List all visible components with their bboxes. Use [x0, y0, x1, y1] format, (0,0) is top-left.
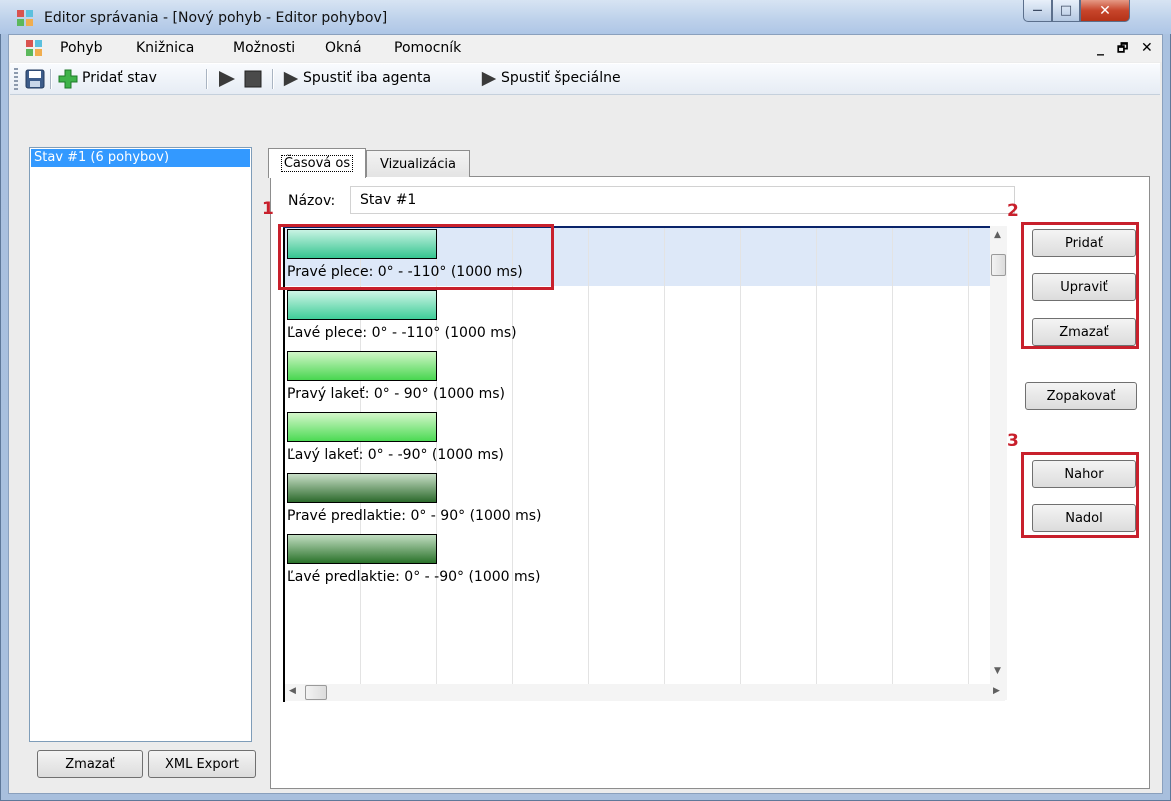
toolbar: Pridať stav Spustiť iba agenta Spustiť š…: [10, 63, 1160, 95]
close-button[interactable]: ✕: [1080, 0, 1130, 22]
menu-pohyb[interactable]: Pohyb: [60, 35, 103, 62]
movement-bar[interactable]: [287, 473, 437, 503]
toolbar-separator: [272, 69, 274, 89]
movement-label: Ľavý lakeť: 0° - -90° (1000 ms): [287, 447, 504, 463]
stop-button[interactable]: [243, 69, 263, 89]
tab-visualization[interactable]: Vizualizácia: [366, 150, 470, 177]
repeat-button[interactable]: Zopakovať: [1025, 382, 1137, 410]
annotation-number-1: 1: [262, 199, 274, 219]
stop-icon: [244, 70, 262, 88]
annotation-number-3: 3: [1007, 431, 1019, 451]
scroll-left-icon[interactable]: ◀: [289, 686, 296, 696]
timeline-grid-line: [968, 226, 969, 688]
toolbar-separator: [50, 69, 52, 89]
window-title: Editor správania - [Nový pohyb - Editor …: [44, 10, 388, 26]
play-button[interactable]: [217, 69, 237, 89]
close-icon: ✕: [1099, 2, 1111, 19]
state-list[interactable]: Stav #1 (6 pohybov): [29, 147, 252, 742]
tab-timeline[interactable]: Časová os: [268, 148, 366, 178]
vertical-scrollbar[interactable]: ▲ ▼: [990, 226, 1007, 700]
play-icon: [219, 71, 235, 87]
play-icon: [481, 71, 497, 87]
run-special-button[interactable]: Spustiť špeciálne: [480, 68, 670, 90]
annotation-number-2: 2: [1007, 201, 1019, 221]
timeline-grid-line: [512, 226, 513, 688]
annotation-box-2: [1021, 222, 1139, 349]
state-list-item[interactable]: Stav #1 (6 pohybov): [31, 149, 250, 167]
menu-okna[interactable]: Okná: [325, 35, 362, 62]
annotation-box-1: [278, 224, 554, 290]
timeline[interactable]: Pravé plece: 0° - -110° (1000 ms) Ľavé pl…: [283, 226, 1005, 702]
movement-label: Ľavé plece: 0° - -110° (1000 ms): [287, 325, 517, 341]
toolbar-separator: [206, 69, 208, 89]
mdi-close-button[interactable]: ✕: [1141, 35, 1153, 62]
plus-icon: [58, 69, 78, 89]
timeline-grid-line: [588, 226, 589, 688]
xml-export-button[interactable]: XML Export: [148, 750, 256, 778]
menu-bar: Pohyb Knižnica Možnosti Okná Pomocník _ …: [9, 35, 1162, 62]
add-state-label: Pridať stav: [82, 70, 157, 86]
timeline-grid-line: [740, 226, 741, 688]
movement-bar[interactable]: [287, 351, 437, 381]
scroll-right-icon[interactable]: ▶: [993, 686, 1000, 696]
scroll-up-icon[interactable]: ▲: [994, 230, 1001, 240]
maximize-button[interactable]: □: [1052, 0, 1080, 22]
movement-bar[interactable]: [287, 290, 437, 320]
movement-label: Pravé predlaktie: 0° - 90° (1000 ms): [287, 508, 542, 524]
document-icon: [26, 40, 42, 56]
delete-state-button[interactable]: Zmazať: [37, 750, 143, 778]
menu-kniznica[interactable]: Knižnica: [136, 35, 194, 62]
maximize-icon: □: [1059, 3, 1073, 18]
toolbar-grip[interactable]: [14, 68, 18, 90]
timeline-grid-line: [816, 226, 817, 688]
name-label: Názov:: [288, 193, 336, 209]
save-button[interactable]: [25, 69, 45, 89]
play-icon: [283, 71, 299, 87]
name-input[interactable]: Stav #1: [350, 186, 1015, 214]
horizontal-scroll-thumb[interactable]: [305, 685, 327, 700]
vertical-scroll-thumb[interactable]: [991, 254, 1006, 276]
run-agent-button[interactable]: Spustiť iba agenta: [282, 68, 472, 90]
movement-label: Ľavé predlaktie: 0° - -90° (1000 ms): [287, 569, 541, 585]
tab-timeline-label: Časová os: [280, 155, 354, 172]
save-icon: [25, 69, 45, 89]
menu-pomocnik[interactable]: Pomocník: [394, 35, 461, 62]
app-icon: [17, 10, 33, 26]
add-state-button[interactable]: Pridať stav: [58, 68, 218, 90]
run-special-label: Spustiť špeciálne: [501, 70, 621, 86]
movement-bar[interactable]: [287, 534, 437, 564]
movement-bar[interactable]: [287, 412, 437, 442]
timeline-grid-line: [892, 226, 893, 688]
horizontal-scrollbar[interactable]: ◀ ▶: [285, 684, 1005, 701]
minimize-icon: —: [1032, 5, 1043, 16]
scroll-down-icon[interactable]: ▼: [994, 666, 1001, 676]
timeline-grid-line: [664, 226, 665, 688]
minimize-button[interactable]: —: [1023, 0, 1052, 22]
movement-label: Pravý lakeť: 0° - 90° (1000 ms): [287, 386, 505, 402]
mdi-minimize-button[interactable]: _: [1097, 35, 1104, 62]
menu-moznosti[interactable]: Možnosti: [233, 35, 295, 62]
mdi-restore-button[interactable]: 🗗: [1117, 35, 1128, 62]
annotation-box-3: [1021, 452, 1139, 538]
run-agent-label: Spustiť iba agenta: [303, 70, 432, 86]
